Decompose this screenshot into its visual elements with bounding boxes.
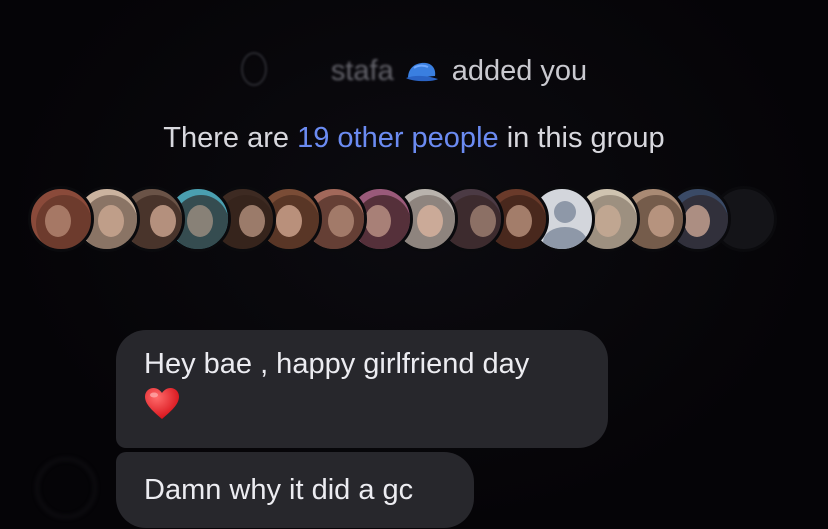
added-you-text: added you [451, 55, 588, 87]
avatar-photo-face [328, 205, 354, 237]
placeholder-person-icon [553, 201, 576, 223]
avatar-photo-face [364, 205, 391, 237]
avatar-photo-face [275, 205, 302, 237]
red-heart-icon [144, 387, 180, 421]
avatar-photo-face [45, 205, 71, 237]
system-added-message: stafa added you [0, 52, 828, 92]
other-people-link[interactable]: 19 other people [297, 122, 499, 154]
message-bubble[interactable]: Damn why it did a gc [116, 452, 474, 528]
avatar-photo-face [684, 205, 710, 237]
avatar-photo-face [647, 205, 674, 237]
avatar-photo-face [150, 205, 176, 237]
sender-avatar[interactable] [36, 458, 96, 518]
blue-cap-icon [404, 59, 440, 92]
group-info-suffix: in this group [506, 122, 665, 154]
adder-avatar [240, 52, 267, 86]
message-text: Damn why it did a gc [144, 474, 414, 506]
message-bubble[interactable]: Hey bae , happy girlfriend day [116, 330, 608, 448]
group-info-prefix: There are [163, 122, 290, 154]
avatar-photo-face [186, 205, 213, 237]
member-avatar-row[interactable] [28, 186, 788, 258]
avatar-photo-face [97, 205, 124, 237]
avatar-photo-face [469, 205, 496, 237]
avatar-photo-face [595, 205, 621, 237]
member-avatar[interactable] [28, 186, 94, 252]
chat-screen: stafa added you There are 19 other people… [0, 0, 828, 529]
message-text: Hey bae , happy girlfriend day [144, 348, 530, 380]
avatar-photo-face [417, 205, 443, 237]
adder-name[interactable]: stafa [331, 55, 394, 87]
avatar-photo-face [506, 205, 532, 237]
avatar-photo-face [239, 205, 265, 237]
group-info-line: There are 19 other people in this group [0, 122, 828, 155]
placeholder-person-body [542, 227, 587, 249]
